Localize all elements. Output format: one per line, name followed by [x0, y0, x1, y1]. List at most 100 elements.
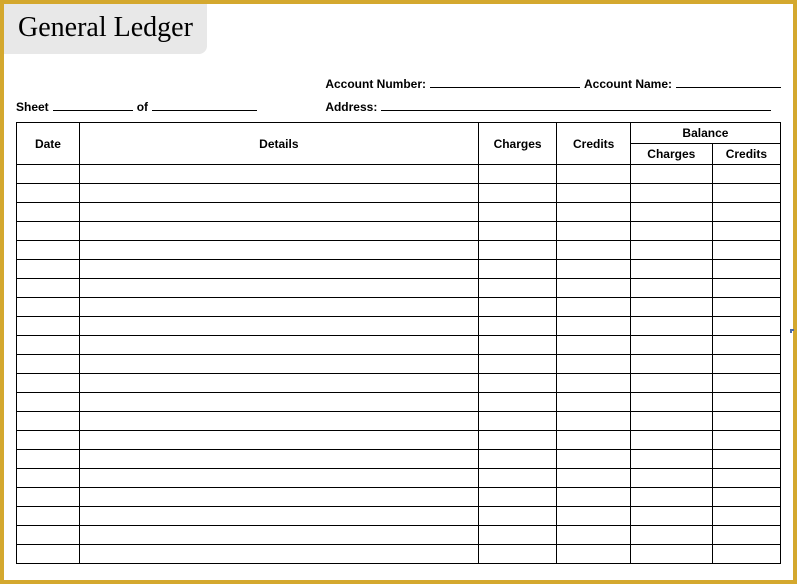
cell-date[interactable] [17, 507, 80, 526]
cell-charges[interactable] [478, 469, 557, 488]
cell-details[interactable] [79, 469, 478, 488]
cell-date[interactable] [17, 222, 80, 241]
cell-bal_charges[interactable] [630, 545, 712, 564]
cell-credits[interactable] [557, 374, 630, 393]
cell-bal_credits[interactable] [712, 507, 780, 526]
cell-bal_charges[interactable] [630, 317, 712, 336]
cell-charges[interactable] [478, 203, 557, 222]
cell-date[interactable] [17, 393, 80, 412]
cell-bal_credits[interactable] [712, 260, 780, 279]
cell-date[interactable] [17, 184, 80, 203]
cell-bal_credits[interactable] [712, 393, 780, 412]
cell-credits[interactable] [557, 488, 630, 507]
account-number-value[interactable] [430, 74, 580, 88]
cell-credits[interactable] [557, 545, 630, 564]
cell-date[interactable] [17, 298, 80, 317]
cell-details[interactable] [79, 355, 478, 374]
cell-bal_credits[interactable] [712, 203, 780, 222]
cell-credits[interactable] [557, 279, 630, 298]
cell-charges[interactable] [478, 279, 557, 298]
cell-charges[interactable] [478, 393, 557, 412]
cell-credits[interactable] [557, 431, 630, 450]
cell-bal_charges[interactable] [630, 203, 712, 222]
cell-charges[interactable] [478, 298, 557, 317]
cell-credits[interactable] [557, 469, 630, 488]
cell-charges[interactable] [478, 526, 557, 545]
cell-date[interactable] [17, 165, 80, 184]
cell-charges[interactable] [478, 317, 557, 336]
cell-bal_credits[interactable] [712, 412, 780, 431]
cell-credits[interactable] [557, 507, 630, 526]
cell-bal_credits[interactable] [712, 355, 780, 374]
cell-bal_credits[interactable] [712, 184, 780, 203]
cell-bal_charges[interactable] [630, 431, 712, 450]
cell-charges[interactable] [478, 488, 557, 507]
cell-credits[interactable] [557, 165, 630, 184]
cell-bal_credits[interactable] [712, 488, 780, 507]
cell-bal_charges[interactable] [630, 355, 712, 374]
cell-credits[interactable] [557, 336, 630, 355]
cell-credits[interactable] [557, 203, 630, 222]
cell-date[interactable] [17, 279, 80, 298]
sheet-value-1[interactable] [53, 97, 133, 111]
cell-bal_charges[interactable] [630, 412, 712, 431]
cell-charges[interactable] [478, 260, 557, 279]
account-name-value[interactable] [676, 74, 781, 88]
cell-charges[interactable] [478, 184, 557, 203]
cell-bal_credits[interactable] [712, 431, 780, 450]
cell-bal_credits[interactable] [712, 374, 780, 393]
cell-date[interactable] [17, 260, 80, 279]
cell-credits[interactable] [557, 260, 630, 279]
cell-charges[interactable] [478, 222, 557, 241]
sheet-value-2[interactable] [152, 97, 257, 111]
cell-details[interactable] [79, 431, 478, 450]
cell-bal_credits[interactable] [712, 241, 780, 260]
cell-credits[interactable] [557, 222, 630, 241]
cell-credits[interactable] [557, 317, 630, 336]
cell-details[interactable] [79, 317, 478, 336]
cell-bal_credits[interactable] [712, 526, 780, 545]
cell-date[interactable] [17, 545, 80, 564]
cell-bal_charges[interactable] [630, 336, 712, 355]
cell-bal_charges[interactable] [630, 374, 712, 393]
cell-charges[interactable] [478, 374, 557, 393]
cell-details[interactable] [79, 412, 478, 431]
cell-date[interactable] [17, 412, 80, 431]
cell-credits[interactable] [557, 184, 630, 203]
cell-date[interactable] [17, 469, 80, 488]
cell-details[interactable] [79, 222, 478, 241]
cell-charges[interactable] [478, 431, 557, 450]
cell-credits[interactable] [557, 412, 630, 431]
cell-charges[interactable] [478, 507, 557, 526]
cell-charges[interactable] [478, 545, 557, 564]
cell-charges[interactable] [478, 355, 557, 374]
cell-date[interactable] [17, 336, 80, 355]
cell-credits[interactable] [557, 526, 630, 545]
cell-bal_credits[interactable] [712, 222, 780, 241]
cell-credits[interactable] [557, 393, 630, 412]
cell-details[interactable] [79, 450, 478, 469]
cell-bal_credits[interactable] [712, 165, 780, 184]
cell-charges[interactable] [478, 450, 557, 469]
cell-bal_charges[interactable] [630, 507, 712, 526]
cell-details[interactable] [79, 545, 478, 564]
cell-bal_credits[interactable] [712, 336, 780, 355]
cell-bal_charges[interactable] [630, 260, 712, 279]
cell-details[interactable] [79, 526, 478, 545]
cell-date[interactable] [17, 241, 80, 260]
cell-date[interactable] [17, 450, 80, 469]
cell-bal_charges[interactable] [630, 469, 712, 488]
cell-details[interactable] [79, 279, 478, 298]
cell-bal_charges[interactable] [630, 526, 712, 545]
cell-bal_charges[interactable] [630, 165, 712, 184]
cell-bal_charges[interactable] [630, 450, 712, 469]
cell-bal_charges[interactable] [630, 184, 712, 203]
cell-credits[interactable] [557, 450, 630, 469]
cell-bal_credits[interactable] [712, 450, 780, 469]
cell-credits[interactable] [557, 298, 630, 317]
cell-bal_charges[interactable] [630, 279, 712, 298]
cell-details[interactable] [79, 298, 478, 317]
cell-details[interactable] [79, 184, 478, 203]
cell-bal_credits[interactable] [712, 298, 780, 317]
cell-bal_credits[interactable] [712, 317, 780, 336]
